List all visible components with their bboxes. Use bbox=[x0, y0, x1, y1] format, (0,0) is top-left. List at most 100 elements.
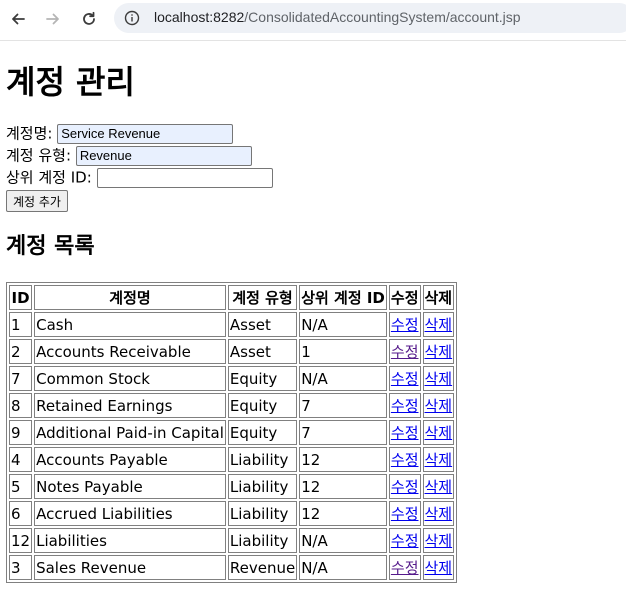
cell-id: 6 bbox=[9, 501, 33, 526]
cell-delete: 삭제 bbox=[422, 339, 455, 364]
cell-edit: 수정 bbox=[388, 555, 421, 580]
accounts-table: ID 계정명 계정 유형 상위 계정 ID 수정 삭제 1 Cash Asset… bbox=[6, 282, 458, 583]
cell-parent: 1 bbox=[299, 339, 387, 364]
edit-link[interactable]: 수정 bbox=[391, 505, 419, 523]
account-type-label: 계정 유형: bbox=[6, 146, 72, 165]
reload-icon bbox=[83, 11, 95, 25]
account-name-label: 계정명: bbox=[6, 124, 53, 143]
cell-parent: 7 bbox=[299, 393, 387, 418]
page-content: 계정 관리 계정명: 계정 유형: 상위 계정 ID: 계정 추가 계정 목록 … bbox=[6, 40, 620, 583]
cell-name: Retained Earnings bbox=[34, 393, 226, 418]
forward-button[interactable] bbox=[40, 6, 66, 32]
url-text: localhost:8282/ConsolidatedAccountingSys… bbox=[154, 9, 521, 25]
cell-name: Accounts Receivable bbox=[34, 339, 226, 364]
cell-edit: 수정 bbox=[388, 366, 421, 391]
cell-parent: 7 bbox=[299, 420, 387, 445]
edit-link[interactable]: 수정 bbox=[391, 451, 419, 469]
back-arrow-icon bbox=[12, 13, 25, 25]
column-header-type: 계정 유형 bbox=[227, 285, 298, 310]
delete-link[interactable]: 삭제 bbox=[425, 505, 453, 523]
table-row: 9 Additional Paid-in Capital Equity 7 수정… bbox=[9, 420, 455, 445]
cell-parent: N/A bbox=[299, 528, 387, 553]
delete-link[interactable]: 삭제 bbox=[425, 343, 453, 361]
account-name-row: 계정명: bbox=[6, 122, 620, 144]
cell-type: Liability bbox=[227, 501, 298, 526]
cell-type: Liability bbox=[227, 528, 298, 553]
column-header-parent: 상위 계정 ID bbox=[299, 285, 387, 310]
cell-delete: 삭제 bbox=[422, 420, 455, 445]
cell-edit: 수정 bbox=[388, 447, 421, 472]
cell-type: Liability bbox=[227, 474, 298, 499]
cell-delete: 삭제 bbox=[422, 501, 455, 526]
account-name-input[interactable] bbox=[57, 123, 234, 144]
cell-parent: N/A bbox=[299, 555, 387, 580]
url-path: /ConsolidatedAccountingSystem/account.js… bbox=[244, 9, 521, 25]
delete-link[interactable]: 삭제 bbox=[425, 424, 453, 442]
cell-name: Notes Payable bbox=[34, 474, 226, 499]
delete-link[interactable]: 삭제 bbox=[425, 532, 453, 550]
parent-account-input[interactable] bbox=[96, 167, 273, 188]
browser-toolbar: localhost:8282/ConsolidatedAccountingSys… bbox=[0, 0, 626, 41]
table-row: 6 Accrued Liabilities Liability 12 수정 삭제 bbox=[9, 501, 455, 526]
cell-id: 5 bbox=[9, 474, 33, 499]
back-button[interactable] bbox=[5, 6, 31, 32]
cell-edit: 수정 bbox=[388, 339, 421, 364]
cell-type: Equity bbox=[227, 393, 298, 418]
table-header-row: ID 계정명 계정 유형 상위 계정 ID 수정 삭제 bbox=[9, 285, 455, 310]
cell-type: Equity bbox=[227, 366, 298, 391]
table-row: 3 Sales Revenue Revenue N/A 수정 삭제 bbox=[9, 555, 455, 580]
cell-parent: 12 bbox=[299, 474, 387, 499]
cell-edit: 수정 bbox=[388, 474, 421, 499]
cell-id: 7 bbox=[9, 366, 33, 391]
edit-link[interactable]: 수정 bbox=[391, 424, 419, 442]
site-info-icon[interactable] bbox=[122, 8, 142, 28]
cell-edit: 수정 bbox=[388, 312, 421, 337]
cell-delete: 삭제 bbox=[422, 312, 455, 337]
account-type-row: 계정 유형: bbox=[6, 144, 620, 166]
edit-link[interactable]: 수정 bbox=[391, 316, 419, 334]
cell-id: 8 bbox=[9, 393, 33, 418]
delete-link[interactable]: 삭제 bbox=[425, 316, 453, 334]
add-account-button[interactable]: 계정 추가 bbox=[6, 190, 68, 212]
table-row: 4 Accounts Payable Liability 12 수정 삭제 bbox=[9, 447, 455, 472]
forward-arrow-icon bbox=[46, 13, 59, 25]
column-header-edit: 수정 bbox=[388, 285, 421, 310]
cell-name: Accrued Liabilities bbox=[34, 501, 226, 526]
edit-link[interactable]: 수정 bbox=[391, 397, 419, 415]
cell-delete: 삭제 bbox=[422, 393, 455, 418]
edit-link[interactable]: 수정 bbox=[391, 532, 419, 550]
cell-name: Accounts Payable bbox=[34, 447, 226, 472]
cell-delete: 삭제 bbox=[422, 366, 455, 391]
cell-parent: N/A bbox=[299, 366, 387, 391]
delete-link[interactable]: 삭제 bbox=[425, 478, 453, 496]
delete-link[interactable]: 삭제 bbox=[425, 370, 453, 388]
table-row: 8 Retained Earnings Equity 7 수정 삭제 bbox=[9, 393, 455, 418]
edit-link[interactable]: 수정 bbox=[391, 559, 419, 577]
delete-link[interactable]: 삭제 bbox=[425, 451, 453, 469]
cell-type: Revenue bbox=[227, 555, 298, 580]
delete-link[interactable]: 삭제 bbox=[425, 559, 453, 577]
address-bar[interactable]: localhost:8282/ConsolidatedAccountingSys… bbox=[114, 3, 626, 33]
cell-name: Cash bbox=[34, 312, 226, 337]
cell-id: 9 bbox=[9, 420, 33, 445]
cell-delete: 삭제 bbox=[422, 474, 455, 499]
cell-name: Additional Paid-in Capital bbox=[34, 420, 226, 445]
cell-parent: 12 bbox=[299, 447, 387, 472]
account-type-input[interactable] bbox=[75, 145, 252, 166]
cell-id: 12 bbox=[9, 528, 33, 553]
cell-name: Common Stock bbox=[34, 366, 226, 391]
cell-delete: 삭제 bbox=[422, 528, 455, 553]
edit-link[interactable]: 수정 bbox=[391, 370, 419, 388]
cell-edit: 수정 bbox=[388, 501, 421, 526]
cell-type: Asset bbox=[227, 312, 298, 337]
page-title: 계정 관리 bbox=[6, 63, 135, 101]
cell-id: 2 bbox=[9, 339, 33, 364]
cell-id: 1 bbox=[9, 312, 33, 337]
cell-type: Equity bbox=[227, 420, 298, 445]
reload-button[interactable] bbox=[76, 6, 102, 32]
edit-link[interactable]: 수정 bbox=[391, 478, 419, 496]
cell-edit: 수정 bbox=[388, 420, 421, 445]
url-host: localhost:8282 bbox=[154, 9, 245, 25]
edit-link[interactable]: 수정 bbox=[391, 343, 419, 361]
delete-link[interactable]: 삭제 bbox=[425, 397, 453, 415]
